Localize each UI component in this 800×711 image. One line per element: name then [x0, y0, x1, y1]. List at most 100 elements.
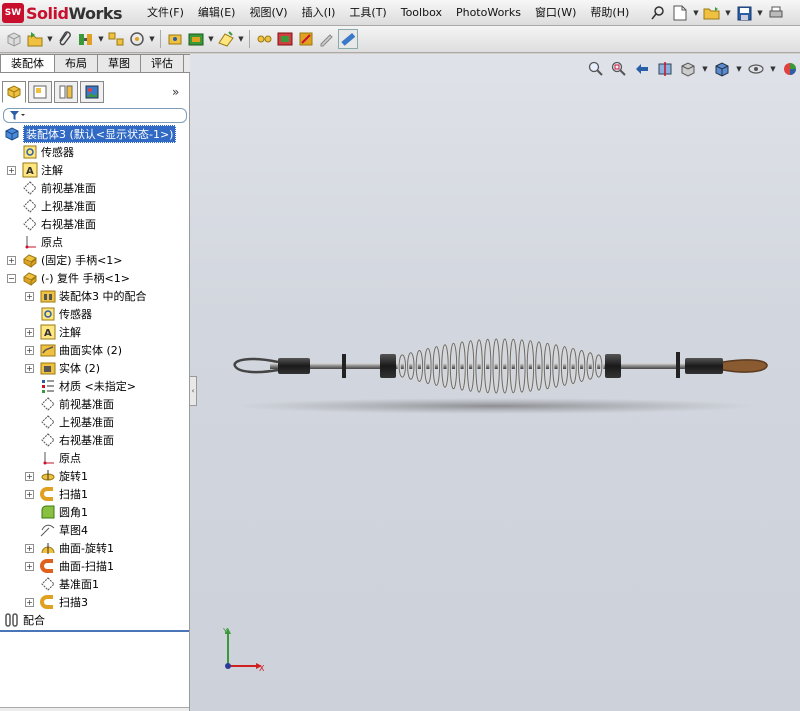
tree-item[interactable]: 前视基准面	[40, 395, 114, 413]
tree-item[interactable]: (-) 复件 手柄<1>	[22, 269, 130, 287]
box-part-icon[interactable]	[4, 29, 24, 49]
tab-3[interactable]: 评估	[140, 54, 184, 72]
tree-item[interactable]: 右视基准面	[22, 215, 96, 233]
tree-expander[interactable]: +	[25, 292, 34, 301]
tree-item[interactable]: 传感器	[22, 143, 74, 161]
panel-expand-button[interactable]: »	[172, 85, 179, 99]
tree-item[interactable]: 原点	[40, 449, 81, 467]
print-icon[interactable]	[766, 3, 786, 23]
tree-expander[interactable]: +	[25, 562, 34, 571]
tree-expander[interactable]: +	[25, 472, 34, 481]
tree-item[interactable]: 右视基准面	[40, 431, 114, 449]
menu-item[interactable]: 视图(V)	[242, 0, 294, 25]
pin-icon[interactable]	[648, 3, 668, 23]
tree-expander[interactable]: +	[7, 256, 16, 265]
tree-expander[interactable]: +	[25, 328, 34, 337]
display-style-dropdown-icon[interactable]: ▼	[735, 65, 743, 73]
mate-dropdown-icon[interactable]: ▼	[97, 35, 105, 43]
save-icon[interactable]	[734, 3, 754, 23]
tree-item[interactable]: 上视基准面	[40, 413, 114, 431]
tree-item[interactable]: 扫描1	[40, 485, 88, 503]
fastener-dropdown-icon[interactable]: ▼	[148, 35, 156, 43]
tree-expander[interactable]: +	[7, 166, 16, 175]
insert-dropdown-icon[interactable]: ▼	[46, 35, 54, 43]
menu-item[interactable]: 文件(F)	[140, 0, 191, 25]
property-manager-tab[interactable]	[28, 81, 52, 103]
smart-fastener-icon[interactable]	[127, 29, 147, 49]
section-view-icon[interactable]	[655, 59, 675, 79]
exploded-view-icon[interactable]	[254, 29, 274, 49]
tree-item[interactable]: 装配体3 中的配合	[40, 287, 147, 305]
tree-item[interactable]: 原点	[22, 233, 63, 251]
edit-component-icon[interactable]	[317, 29, 337, 49]
tree-item[interactable]: 实体 (2)	[40, 359, 100, 377]
new-dropdown-icon[interactable]: ▼	[692, 9, 700, 17]
configuration-manager-tab[interactable]	[54, 81, 78, 103]
feature-dropdown-icon[interactable]: ▼	[207, 35, 215, 43]
tree-item[interactable]: 扫描3	[40, 593, 88, 611]
paperclip-icon[interactable]	[55, 29, 75, 49]
menu-item[interactable]: 帮助(H)	[583, 0, 636, 25]
tree-item[interactable]: 草图4	[40, 521, 88, 539]
reference-dropdown-icon[interactable]: ▼	[237, 35, 245, 43]
panel-collapse-grip[interactable]: ‹	[190, 376, 197, 406]
solidworks-logo[interactable]: SW SolidWorks	[2, 2, 123, 24]
graphics-area[interactable]: ▼ ▼ ▼ ‹ Y X	[190, 54, 800, 711]
view-orientation-icon[interactable]	[678, 59, 698, 79]
tree-item[interactable]: 圆角1	[40, 503, 88, 521]
panel-bottom-splitter[interactable]	[0, 707, 189, 711]
tree-expander[interactable]: +	[25, 598, 34, 607]
tree-item[interactable]: 配合	[4, 611, 45, 629]
tab-0[interactable]: 装配体	[0, 54, 55, 73]
hide-show-dropdown-icon[interactable]: ▼	[769, 65, 777, 73]
tree-item[interactable]: A 注解	[22, 161, 63, 179]
menu-item[interactable]: PhotoWorks	[449, 0, 528, 25]
hide-show-items-icon[interactable]	[746, 59, 766, 79]
tree-expander[interactable]: +	[25, 490, 34, 499]
menu-item[interactable]: 窗口(W)	[528, 0, 583, 25]
tree-item[interactable]: 材质 <未指定>	[40, 377, 136, 395]
component-pattern-icon[interactable]	[106, 29, 126, 49]
tree-item[interactable]: 旋转1	[40, 467, 88, 485]
tree-item[interactable]: 曲面-扫描1	[40, 557, 114, 575]
hide-show-components-icon[interactable]	[296, 29, 316, 49]
open-dropdown-icon[interactable]: ▼	[724, 9, 732, 17]
appearance-icon[interactable]	[780, 59, 800, 79]
tree-item[interactable]: 传感器	[40, 305, 92, 323]
display-style-icon[interactable]	[712, 59, 732, 79]
tree-filter-input[interactable]	[3, 108, 187, 123]
tree-item[interactable]: (固定) 手柄<1>	[22, 251, 123, 269]
tree-item[interactable]: 前视基准面	[22, 179, 96, 197]
zoom-to-fit-icon[interactable]	[586, 59, 606, 79]
menu-item[interactable]: 插入(I)	[295, 0, 343, 25]
view-orientation-dropdown-icon[interactable]: ▼	[701, 65, 709, 73]
tree-item[interactable]: 曲面实体 (2)	[40, 341, 122, 359]
filter-icon[interactable]	[9, 110, 27, 124]
display-manager-tab[interactable]	[80, 81, 104, 103]
spring-handle-model[interactable]	[230, 334, 770, 424]
tree-item[interactable]: 基准面1	[40, 575, 99, 593]
menu-item[interactable]: Toolbox	[394, 0, 449, 25]
tab-2[interactable]: 草图	[97, 54, 141, 72]
save-dropdown-icon[interactable]: ▼	[756, 9, 764, 17]
interference-detection-icon[interactable]	[275, 29, 295, 49]
previous-view-icon[interactable]	[632, 59, 652, 79]
feature-manager-tab[interactable]	[2, 81, 26, 103]
tree-item[interactable]: 上视基准面	[22, 197, 96, 215]
open-folder-icon[interactable]	[702, 3, 722, 23]
tab-1[interactable]: 布局	[54, 54, 98, 72]
new-document-icon[interactable]	[670, 3, 690, 23]
zoom-to-area-icon[interactable]	[609, 59, 629, 79]
mate-icon[interactable]	[76, 29, 96, 49]
assembly-feature-icon[interactable]	[186, 29, 206, 49]
reference-geometry-icon[interactable]	[216, 29, 236, 49]
tree-expander[interactable]: +	[25, 544, 34, 553]
insert-component-icon[interactable]	[25, 29, 45, 49]
tree-expander[interactable]: −	[7, 274, 16, 283]
tree-item[interactable]: A 注解	[40, 323, 81, 341]
menu-item[interactable]: 编辑(E)	[191, 0, 243, 25]
tree-item[interactable]: 曲面-旋转1	[40, 539, 114, 557]
tree-expander[interactable]: +	[25, 364, 34, 373]
tree-expander[interactable]: +	[25, 346, 34, 355]
measure-icon[interactable]	[338, 29, 358, 49]
